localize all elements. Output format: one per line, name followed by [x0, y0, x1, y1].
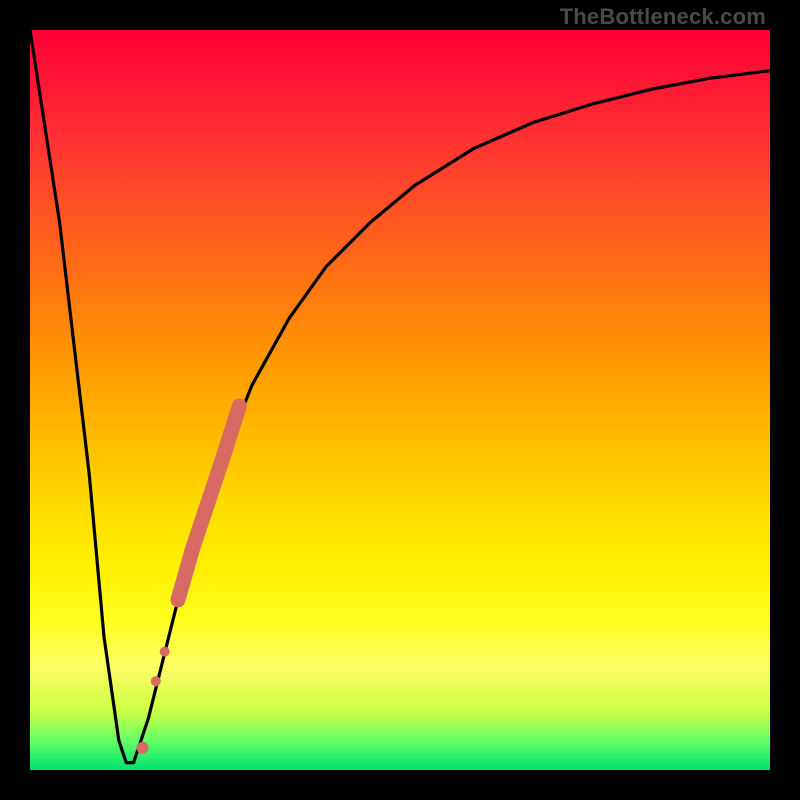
plot-gradient-background	[30, 30, 770, 770]
chart-frame: TheBottleneck.com	[0, 0, 800, 800]
chart-svg	[30, 30, 770, 770]
scatter-dot	[151, 676, 161, 686]
scatter-dot	[137, 742, 149, 754]
bottleneck-curve	[30, 30, 770, 763]
scatter-dot	[160, 647, 170, 657]
watermark-text: TheBottleneck.com	[560, 4, 766, 30]
highlighted-segment	[178, 406, 239, 600]
